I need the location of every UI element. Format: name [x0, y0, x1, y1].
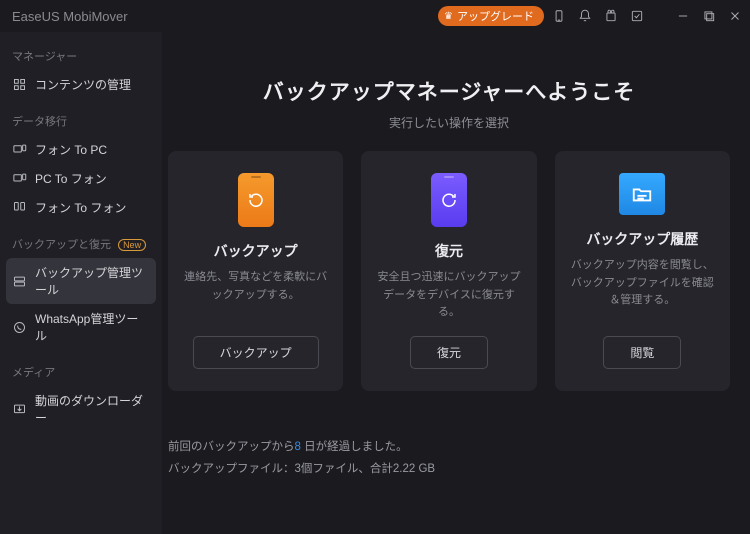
- last-backup-line: 前回のバックアップから8 日が経過しました。: [168, 437, 730, 459]
- sidebar-item-label: フォン To PC: [35, 141, 107, 158]
- phone-to-pc-icon: [12, 142, 27, 157]
- feedback-icon[interactable]: [630, 9, 644, 23]
- whatsapp-icon: [12, 320, 27, 335]
- pc-to-phone-icon: [12, 171, 27, 186]
- grid-icon: [12, 77, 27, 92]
- card-backup: バックアップ 連絡先、写真などを柔軟にバックアップする。 バックアップ: [168, 151, 343, 391]
- sidebar-section-label: データ移行: [0, 109, 162, 135]
- card-restore: 復元 安全且つ迅速にバックアップデータをデバイスに復元する。 復元: [361, 151, 536, 391]
- sidebar-item-phone-to-pc[interactable]: フォン To PC: [0, 135, 162, 164]
- gift-icon[interactable]: [604, 9, 618, 23]
- page-subtitle: 実行したい操作を選択: [168, 114, 730, 131]
- crown-icon: ♛: [444, 11, 453, 22]
- phone-to-phone-icon: [12, 200, 27, 215]
- card-title: 復元: [435, 241, 463, 261]
- titlebar: EaseUS MobiMover ♛ アップグレード: [0, 0, 750, 32]
- page-title: バックアップマネージャーへようこそ: [168, 76, 730, 106]
- hero: バックアップマネージャーへようこそ 実行したい操作を選択: [168, 76, 730, 131]
- download-icon: [12, 402, 27, 417]
- minimize-button[interactable]: [676, 9, 690, 23]
- card-title: バックアップ: [214, 241, 298, 261]
- sidebar-item-label: バックアップ管理ツール: [35, 264, 150, 298]
- sidebar-item-pc-to-phone[interactable]: PC To フォン: [0, 164, 162, 193]
- sidebar-item-content-manage[interactable]: コンテンツの管理: [0, 70, 162, 99]
- sidebar-item-phone-to-phone[interactable]: フォン To フォン: [0, 193, 162, 222]
- restore-button[interactable]: 復元: [410, 336, 488, 369]
- card-desc: 連絡先、写真などを柔軟にバックアップする。: [182, 269, 329, 322]
- card-desc: 安全且つ迅速にバックアップデータをデバイスに復元する。: [375, 269, 522, 322]
- backup-files-line: バックアップファイル：3個ファイル、合計2.22 GB: [168, 459, 730, 481]
- app-title: EaseUS MobiMover: [12, 9, 128, 24]
- sidebar-item-label: WhatsApp管理ツール: [35, 310, 150, 344]
- upgrade-button[interactable]: ♛ アップグレード: [438, 6, 544, 26]
- close-button[interactable]: [728, 9, 742, 23]
- sidebar-section-label: バックアップと復元 New: [0, 232, 162, 258]
- backup-phone-icon: [238, 173, 274, 227]
- sidebar-item-label: 動画のダウンローダー: [35, 392, 150, 426]
- sidebar: マネージャー コンテンツの管理 データ移行 フォン To PC PC To フォ…: [0, 32, 162, 534]
- footer-status: 前回のバックアップから8 日が経過しました。 バックアップファイル：3個ファイル…: [168, 437, 730, 481]
- card-history: バックアップ履歴 バックアップ内容を閲覧し、バックアップファイルを確認＆管理する…: [555, 151, 730, 391]
- history-folder-icon: [619, 173, 665, 215]
- sidebar-section-label: マネージャー: [0, 44, 162, 70]
- sidebar-item-label: フォン To フォン: [35, 199, 126, 216]
- main-panel: バックアップマネージャーへようこそ 実行したい操作を選択 バックアップ 連絡先、…: [162, 32, 750, 534]
- browse-button[interactable]: 閲覧: [603, 336, 681, 369]
- maximize-button[interactable]: [702, 9, 716, 23]
- card-desc: バックアップ内容を閲覧し、バックアップファイルを確認＆管理する。: [569, 257, 716, 322]
- backup-tool-icon: [12, 274, 27, 289]
- restore-phone-icon: [431, 173, 467, 227]
- sidebar-item-backup-manager[interactable]: バックアップ管理ツール: [6, 258, 156, 304]
- backup-button[interactable]: バックアップ: [193, 336, 319, 369]
- bell-icon[interactable]: [578, 9, 592, 23]
- card-title: バックアップ履歴: [586, 229, 698, 249]
- new-badge: New: [118, 239, 146, 251]
- sidebar-section-label: メディア: [0, 360, 162, 386]
- sidebar-item-video-downloader[interactable]: 動画のダウンローダー: [0, 386, 162, 432]
- device-icon[interactable]: [552, 9, 566, 23]
- sidebar-item-label: コンテンツの管理: [35, 76, 131, 93]
- upgrade-label: アップグレード: [457, 8, 534, 24]
- sidebar-item-whatsapp-manager[interactable]: WhatsApp管理ツール: [0, 304, 162, 350]
- sidebar-item-label: PC To フォン: [35, 170, 107, 187]
